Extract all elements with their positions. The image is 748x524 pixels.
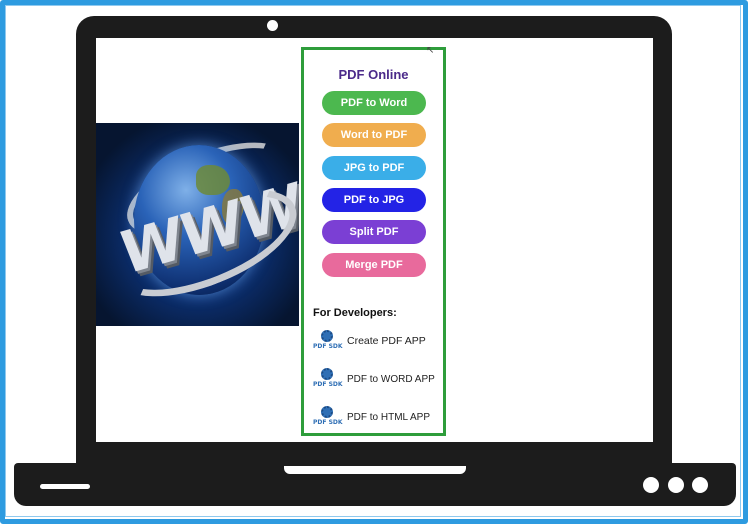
- indicator-dot: [692, 477, 708, 493]
- merge-pdf-button[interactable]: Merge PDF: [322, 253, 426, 277]
- dev-item-label: PDF to WORD APP: [347, 373, 435, 385]
- laptop-hinge: [284, 466, 466, 474]
- pdf-to-word-button[interactable]: PDF to Word: [322, 91, 426, 115]
- pdf-sdk-gear-icon: PDF SDK: [313, 368, 343, 390]
- www-globe-image: WWW: [96, 123, 299, 326]
- pdf-to-word-app-link[interactable]: PDF SDK PDF to WORD APP: [313, 367, 445, 391]
- panel-title: PDF Online: [338, 67, 409, 82]
- indicator-dot: [643, 477, 659, 493]
- developers-heading: For Developers:: [313, 307, 397, 319]
- camera-dot: [267, 20, 278, 31]
- pdf-sdk-gear-icon: PDF SDK: [313, 330, 343, 352]
- pdf-online-panel: PDF Online PDF to Word Word to PDF JPG t…: [301, 47, 446, 436]
- dev-item-label: PDF to HTML APP: [347, 411, 430, 423]
- create-pdf-app-link[interactable]: PDF SDK Create PDF APP: [313, 329, 445, 353]
- indicator-dot: [668, 477, 684, 493]
- dev-item-label: Create PDF APP: [347, 335, 426, 347]
- pdf-to-html-app-link[interactable]: PDF SDK PDF to HTML APP: [313, 405, 445, 429]
- jpg-to-pdf-button[interactable]: JPG to PDF: [322, 156, 426, 180]
- pdf-to-jpg-button[interactable]: PDF to JPG: [322, 188, 426, 212]
- laptop-slot: [40, 484, 90, 489]
- word-to-pdf-button[interactable]: Word to PDF: [322, 123, 426, 147]
- mouse-cursor-icon: ↖: [426, 45, 435, 56]
- pdf-sdk-gear-icon: PDF SDK: [313, 406, 343, 428]
- split-pdf-button[interactable]: Split PDF: [322, 220, 426, 244]
